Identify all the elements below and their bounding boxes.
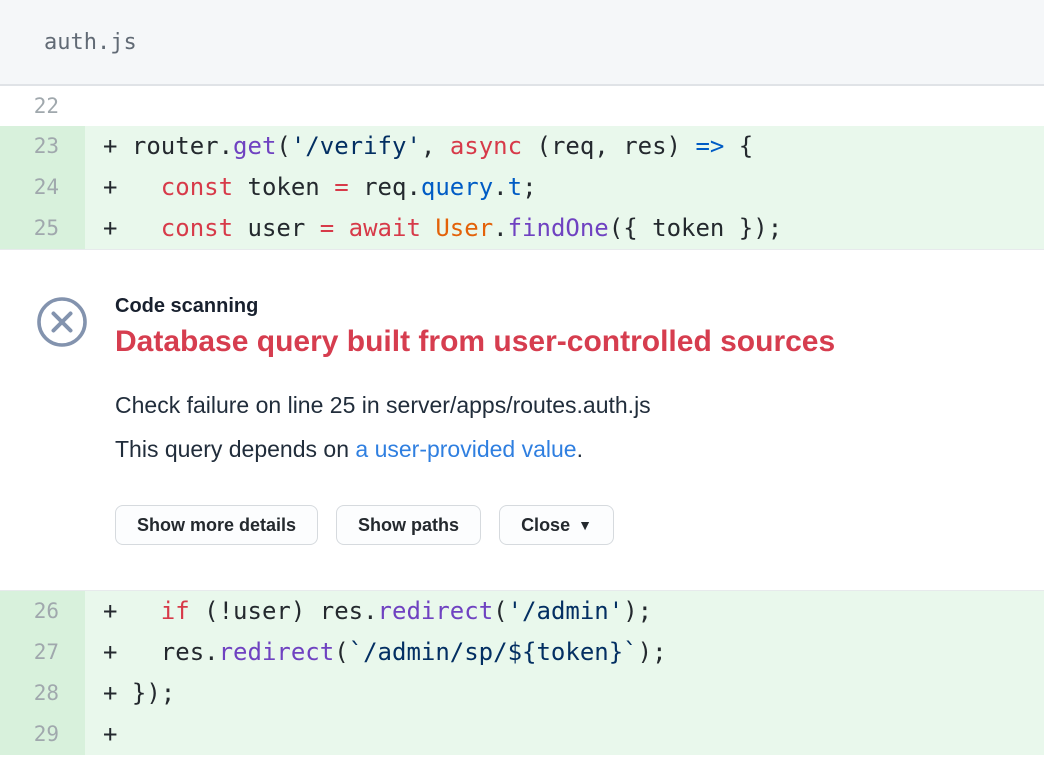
- alert-body: Code scanning Database query built from …: [115, 294, 835, 590]
- line-number[interactable]: 22: [0, 86, 85, 126]
- show-paths-label: Show paths: [358, 515, 459, 536]
- diff-line-24: 24+ const token = req.query.t;: [0, 167, 1044, 208]
- diff-line-25: 25+ const user = await User.findOne({ to…: [0, 208, 1044, 249]
- line-number[interactable]: 28: [0, 673, 85, 714]
- diff-line-29: 29+: [0, 714, 1044, 755]
- code-scanning-alert: Code scanning Database query built from …: [0, 250, 1044, 590]
- line-number[interactable]: 24: [0, 167, 85, 208]
- x-circle-icon: [36, 296, 88, 348]
- line-number[interactable]: 23: [0, 126, 85, 167]
- alert-buttons: Show more details Show paths Close ▼: [115, 505, 835, 545]
- alert-kicker: Code scanning: [115, 294, 835, 318]
- close-button[interactable]: Close ▼: [499, 505, 614, 545]
- alert-title: Database query built from user-controlle…: [115, 324, 835, 360]
- code-text: + if (!user) res.redirect('/admin');: [85, 591, 1044, 632]
- diff-line-28: 28+ });: [0, 673, 1044, 714]
- diff-chunk-bottom: 26+ if (!user) res.redirect('/admin');27…: [0, 590, 1044, 755]
- alert-description-text: This query depends on: [115, 436, 355, 462]
- diff-line-26: 26+ if (!user) res.redirect('/admin');: [0, 591, 1044, 632]
- line-number[interactable]: 27: [0, 632, 85, 673]
- diff-line-27: 27+ res.redirect(`/admin/sp/${token}`);: [0, 632, 1044, 673]
- dropdown-caret-icon: ▼: [578, 517, 592, 533]
- file-header: auth.js: [0, 0, 1044, 86]
- show-more-details-label: Show more details: [137, 515, 296, 536]
- code-text: + const token = req.query.t;: [85, 167, 1044, 208]
- code-text: + const user = await User.findOne({ toke…: [85, 208, 1044, 249]
- line-number[interactable]: 26: [0, 591, 85, 632]
- show-more-details-button[interactable]: Show more details: [115, 505, 318, 545]
- alert-description-period: .: [577, 436, 583, 462]
- code-text: +: [85, 714, 1044, 755]
- code-text: [85, 86, 1044, 126]
- code-text: + res.redirect(`/admin/sp/${token}`);: [85, 632, 1044, 673]
- user-provided-value-link[interactable]: a user-provided value: [355, 436, 576, 462]
- diff-chunk-top: 2223+ router.get('/verify', async (req, …: [0, 86, 1044, 250]
- code-text: + router.get('/verify', async (req, res)…: [85, 126, 1044, 167]
- close-label: Close: [521, 515, 570, 536]
- code-text: + });: [85, 673, 1044, 714]
- diff-line-23: 23+ router.get('/verify', async (req, re…: [0, 126, 1044, 167]
- alert-location: Check failure on line 25 in server/apps/…: [115, 392, 835, 419]
- diff-line-22: 22: [0, 86, 1044, 126]
- line-number[interactable]: 25: [0, 208, 85, 249]
- show-paths-button[interactable]: Show paths: [336, 505, 481, 545]
- alert-description: This query depends on a user-provided va…: [115, 436, 835, 463]
- file-name: auth.js: [44, 30, 137, 55]
- line-number[interactable]: 29: [0, 714, 85, 755]
